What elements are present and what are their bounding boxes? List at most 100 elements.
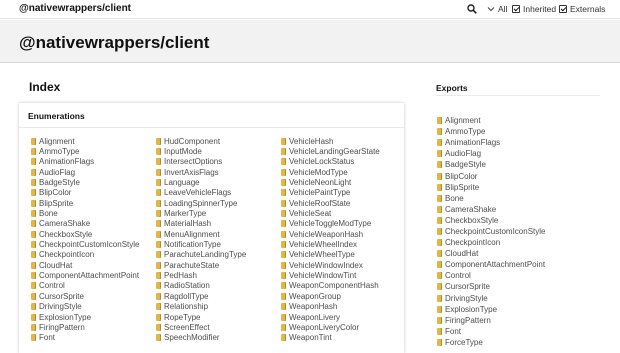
enumeration-link[interactable]: VehicleWeaponHash [281,229,380,239]
enumeration-link[interactable]: CheckpointCustomIconStyle [31,239,140,249]
enumeration-label: VehicleHash [289,136,334,146]
export-link[interactable]: ExplosionType [437,304,546,315]
export-link[interactable]: CheckpointCustomIconStyle [437,226,546,237]
enumeration-link[interactable]: ParachuteLandingType [156,250,246,260]
export-link[interactable]: Bone [437,193,546,204]
enumeration-link[interactable]: InputMode [156,146,246,156]
enumeration-link[interactable]: InvertAxisFlags [156,167,246,177]
enumeration-link[interactable]: Language [156,177,246,187]
enumeration-link[interactable]: VehiclePaintType [281,188,380,198]
enumeration-link[interactable]: BlipColor [31,188,140,198]
export-link[interactable]: DrivingStyle [437,293,546,304]
enumeration-icon [156,292,161,300]
enumeration-link[interactable]: ExplosionType [31,312,140,322]
visibility-filter-select[interactable]: All [487,4,507,14]
export-link[interactable]: AmmoType [437,126,546,137]
enumeration-link[interactable]: LoadingSpinnerType [156,198,246,208]
enumeration-link[interactable]: CursorSprite [31,291,140,301]
enumeration-link[interactable]: VehicleLandingGearState [281,146,380,156]
export-link[interactable]: BlipColor [437,170,546,181]
enumeration-link[interactable]: HudComponent [156,136,246,146]
enumeration-link[interactable]: VehicleWheelType [281,250,380,260]
enumeration-link[interactable]: VehicleWindowTint [281,270,380,280]
enumeration-link[interactable]: VehicleModType [281,167,380,177]
enumeration-link[interactable]: CloudHat [31,260,140,270]
enumeration-label: VehicleRoofState [289,198,351,208]
enumeration-link[interactable]: ComponentAttachmentPoint [31,270,140,280]
enumeration-label: WeaponComponentHash [289,281,379,291]
enumeration-link[interactable]: WeaponComponentHash [281,281,380,291]
export-link[interactable]: Control [437,270,546,281]
enumeration-link[interactable]: VehicleLockStatus [281,157,380,167]
enumeration-link[interactable]: SpeechModifier [156,333,246,343]
enumeration-link[interactable]: AudioFlag [31,167,140,177]
enumeration-link[interactable]: NotificationType [156,239,246,249]
export-link[interactable]: CameraShake [437,204,546,215]
export-link[interactable]: BlipSprite [437,182,546,193]
export-link[interactable]: FiringPattern [437,315,546,326]
export-label: ExplosionType [445,304,498,314]
export-link[interactable]: AnimationFlags [437,137,546,148]
enumeration-link[interactable]: VehicleWheelIndex [281,239,380,249]
enumeration-link[interactable]: VehicleNeonLight [281,177,380,187]
export-label: CheckpointIcon [445,238,501,248]
export-link[interactable]: CheckpointIcon [437,237,546,248]
enumeration-link[interactable]: RagdollType [156,291,246,301]
enumeration-link[interactable]: PedHash [156,270,246,280]
export-link[interactable]: CloudHat [437,248,546,259]
enumeration-link[interactable]: RopeType [156,312,246,322]
export-link[interactable]: CheckboxStyle [437,215,546,226]
enumeration-link[interactable]: FiringPattern [31,322,140,332]
inherited-checkbox[interactable] [512,5,520,13]
enumeration-link[interactable]: WeaponGroup [281,291,380,301]
enumeration-icon [437,227,442,235]
search-icon[interactable] [467,4,477,14]
enumeration-link[interactable]: Font [31,333,140,343]
enumeration-link[interactable]: BlipSprite [31,198,140,208]
enumeration-link[interactable]: Control [31,281,140,291]
enumeration-link[interactable]: VehicleWindowIndex [281,260,380,270]
enumeration-link[interactable]: DrivingStyle [31,302,140,312]
enumeration-link[interactable]: LeaveVehicleFlags [156,188,246,198]
enumeration-link[interactable]: WeaponTint [281,333,380,343]
enumeration-link[interactable]: RadioStation [156,281,246,291]
enumeration-link[interactable]: WeaponHash [281,302,380,312]
export-link[interactable]: AudioFlag [437,148,546,159]
enumeration-link[interactable]: CheckpointIcon [31,250,140,260]
export-link[interactable]: BadgeStyle [437,159,546,170]
enumeration-link[interactable]: MenuAlignment [156,229,246,239]
enumeration-link[interactable]: Alignment [31,136,140,146]
export-link[interactable]: CursorSprite [437,281,546,292]
inherited-toggle[interactable]: Inherited [512,4,556,14]
index-heading: Index [29,80,61,94]
enumeration-label: InvertAxisFlags [164,167,219,177]
enumeration-link[interactable]: Bone [31,208,140,218]
enumeration-link[interactable]: CameraShake [31,219,140,229]
export-link[interactable]: ComponentAttachmentPoint [437,259,546,270]
site-title[interactable]: @nativewrappers/client [19,3,131,14]
enumeration-link[interactable]: VehicleToggleModType [281,219,380,229]
enumeration-link[interactable]: VehicleSeat [281,208,380,218]
enumeration-link[interactable]: AnimationFlags [31,157,140,167]
enumeration-link[interactable]: ParachuteState [156,260,246,270]
export-link[interactable]: Alignment [437,115,546,126]
enumeration-link[interactable]: VehicleRoofState [281,198,380,208]
enumeration-link[interactable]: IntersectOptions [156,157,246,167]
enumeration-label: VehicleWindowIndex [289,260,363,270]
enumeration-link[interactable]: VehicleHash [281,136,380,146]
enumeration-link[interactable]: MarkerType [156,208,246,218]
export-link[interactable]: ForceType [437,337,546,348]
enumeration-label: CheckboxStyle [39,229,93,239]
enumeration-link[interactable]: MaterialHash [156,219,246,229]
export-link[interactable]: Font [437,326,546,337]
enumeration-link[interactable]: BadgeStyle [31,177,140,187]
externals-toggle[interactable]: Externals [559,4,605,14]
enumeration-link[interactable]: Relationship [156,302,246,312]
enumeration-link[interactable]: WeaponLivery [281,312,380,322]
externals-checkbox[interactable] [559,5,567,13]
enumeration-link[interactable]: ScreenEffect [156,322,246,332]
enumeration-link[interactable]: AmmoType [31,146,140,156]
enumeration-link[interactable]: WeaponLiveryColor [281,322,380,332]
enumeration-icon [31,323,36,331]
enumeration-link[interactable]: CheckboxStyle [31,229,140,239]
